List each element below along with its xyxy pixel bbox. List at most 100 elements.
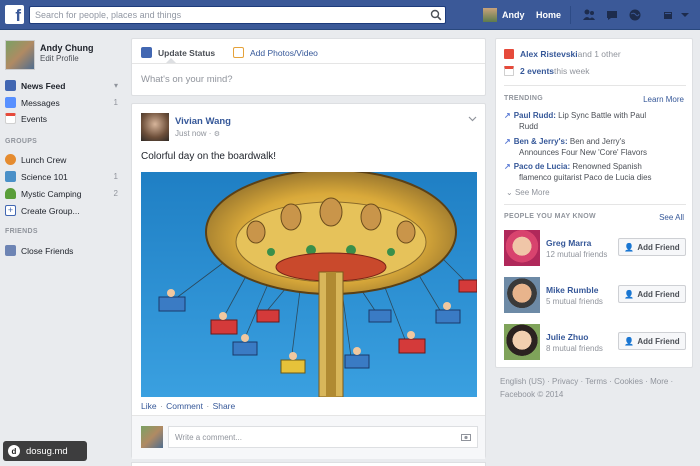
audience-icon[interactable]: ⚙	[214, 131, 220, 138]
post-timestamp: Just now · ⚙	[175, 129, 220, 138]
person-name[interactable]: Greg Marra	[546, 238, 591, 248]
calendar-icon	[5, 113, 16, 124]
trending-arrow-icon: ↗	[504, 111, 511, 120]
tab-add-photos[interactable]: Add Photos/Video	[233, 47, 318, 58]
events-reminder[interactable]: 2 events this week	[504, 66, 589, 76]
status-input[interactable]: What's on your mind?	[141, 74, 233, 85]
add-friend-button[interactable]: 👤 Add Friend	[618, 332, 686, 350]
sidebar-item-mystic-camping[interactable]: Mystic Camping 2	[0, 186, 125, 201]
group-icon	[5, 171, 16, 182]
sidebar-item-news-feed[interactable]: News Feed ▾	[0, 78, 125, 93]
share-link[interactable]: Share	[213, 401, 236, 411]
copyright: Facebook © 2014	[500, 390, 564, 399]
add-friend-button[interactable]: 👤 Add Friend	[618, 285, 686, 303]
feed-post: Vivian Wang Just now · ⚙ Colorful day on…	[131, 103, 486, 459]
trending-item[interactable]: ↗ Paul Rudd: Lip Sync Battle with Paul Ru…	[504, 110, 690, 132]
search-icon[interactable]	[430, 9, 442, 21]
add-friend-label: Add Friend	[637, 242, 680, 252]
comment-input[interactable]	[169, 427, 449, 447]
gift-icon	[504, 49, 514, 59]
mutual-friends[interactable]: 8 mutual friends	[546, 344, 603, 353]
see-all-link[interactable]: See All	[659, 213, 684, 222]
status-composer: Update Status Add Photos/Video What's on…	[131, 38, 486, 96]
tab-label: Update Status	[158, 47, 216, 58]
nav-user-name: Andy	[502, 10, 525, 20]
person-name[interactable]: Mike Rumble	[546, 285, 598, 295]
sidebar-item-label: Create Group...	[21, 205, 80, 216]
sidebar-item-label: Mystic Camping	[21, 188, 82, 199]
sidebar-item-close-friends[interactable]: Close Friends	[0, 243, 125, 258]
sidebar-item-label: Science 101	[21, 171, 68, 182]
facebook-logo[interactable]: f	[5, 5, 24, 24]
notifications-globe-icon[interactable]	[628, 8, 642, 22]
friend-requests-icon[interactable]	[582, 8, 596, 22]
trend-name: Paul Rudd:	[513, 111, 556, 120]
separator: ·	[157, 401, 166, 411]
sidebar-item-count: 1	[113, 172, 118, 181]
comment-link[interactable]: Comment	[166, 401, 203, 411]
home-link[interactable]: Home	[536, 10, 561, 20]
messages-icon[interactable]	[605, 8, 619, 22]
trending-item[interactable]: ↗ Ben & Jerry's: Ben and Jerry's Announce…	[504, 136, 690, 158]
trending-arrow-icon: ↗	[504, 137, 511, 146]
privacy-shortcuts-icon[interactable]	[662, 8, 676, 22]
camera-icon[interactable]	[461, 433, 471, 441]
pymk-item: Julie Zhuo 8 mutual friends 👤 Add Friend	[504, 324, 686, 362]
mutual-friends[interactable]: 5 mutual friends	[546, 297, 603, 306]
post-author[interactable]: Vivian Wang	[175, 116, 231, 127]
sidebar-item-create-group[interactable]: + Create Group...	[0, 203, 125, 218]
learn-more-link[interactable]: Learn More	[643, 95, 684, 104]
sidebar-item-lunch-crew[interactable]: Lunch Crew	[0, 152, 125, 167]
birthday-reminder[interactable]: Alex Ristevski and 1 other	[504, 49, 621, 59]
trend-name: Ben & Jerry's:	[513, 137, 568, 146]
chevron-down-icon[interactable]	[468, 114, 477, 123]
tab-label: Add Photos/Video	[250, 47, 318, 58]
sidebar-item-label: Lunch Crew	[21, 154, 67, 165]
sidebar-item-events[interactable]: Events	[0, 111, 125, 126]
post-photo[interactable]	[141, 172, 477, 397]
edit-profile-link[interactable]: Edit Profile	[40, 54, 79, 63]
mutual-friends[interactable]: 12 mutual friends	[546, 250, 607, 259]
divider	[504, 204, 686, 205]
add-friend-label: Add Friend	[637, 336, 680, 346]
group-icon	[5, 154, 16, 165]
messages-icon	[5, 97, 16, 108]
trend-name: Paco de Lucia:	[513, 162, 571, 171]
add-friend-icon: 👤	[624, 289, 635, 299]
calendar-icon	[504, 66, 514, 76]
footer-links[interactable]: English (US) · Privacy · Terms · Cookies…	[500, 375, 690, 388]
avatar	[483, 8, 497, 22]
sidebar-item-count: ▾	[113, 81, 118, 90]
trend-text-cont: Announces Four New 'Core' Flavors	[519, 148, 647, 157]
photo-icon	[233, 47, 244, 58]
like-link[interactable]: Like	[141, 401, 157, 411]
see-more-link[interactable]: ⌄ See More	[506, 188, 550, 197]
birthday-rest: and 1 other	[577, 49, 621, 59]
avatar[interactable]	[141, 113, 169, 141]
pencil-icon	[141, 47, 152, 58]
trending-header: TRENDING	[504, 95, 543, 102]
events-count: 2 events	[520, 66, 555, 76]
separator: ·	[204, 401, 212, 411]
add-friend-button[interactable]: 👤 Add Friend	[618, 238, 686, 256]
comment-box	[168, 426, 478, 448]
groups-header: GROUPS	[5, 138, 38, 145]
nav-profile-link[interactable]: Andy	[483, 7, 525, 23]
sidebar-item-label: Events	[21, 113, 47, 124]
news-feed-icon	[5, 80, 16, 91]
timestamp-text: Just now ·	[175, 129, 214, 138]
avatar[interactable]	[504, 277, 540, 313]
profile-name[interactable]: Andy Chung	[40, 43, 94, 53]
watermark-text: dosug.md	[26, 445, 68, 457]
avatar[interactable]	[504, 324, 540, 360]
settings-dropdown-icon[interactable]	[680, 8, 690, 22]
search-input[interactable]	[30, 7, 420, 23]
tab-update-status[interactable]: Update Status	[141, 47, 215, 58]
sidebar-item-science-101[interactable]: Science 101 1	[0, 169, 125, 184]
trending-item[interactable]: ↗ Paco de Lucia: Renowned Spanish flamenc…	[504, 161, 690, 183]
person-name[interactable]: Julie Zhuo	[546, 332, 589, 342]
friends-header: FRIENDS	[5, 228, 38, 235]
profile-avatar[interactable]	[5, 40, 35, 70]
sidebar-item-messages[interactable]: Messages 1	[0, 95, 125, 110]
avatar[interactable]	[504, 230, 540, 266]
